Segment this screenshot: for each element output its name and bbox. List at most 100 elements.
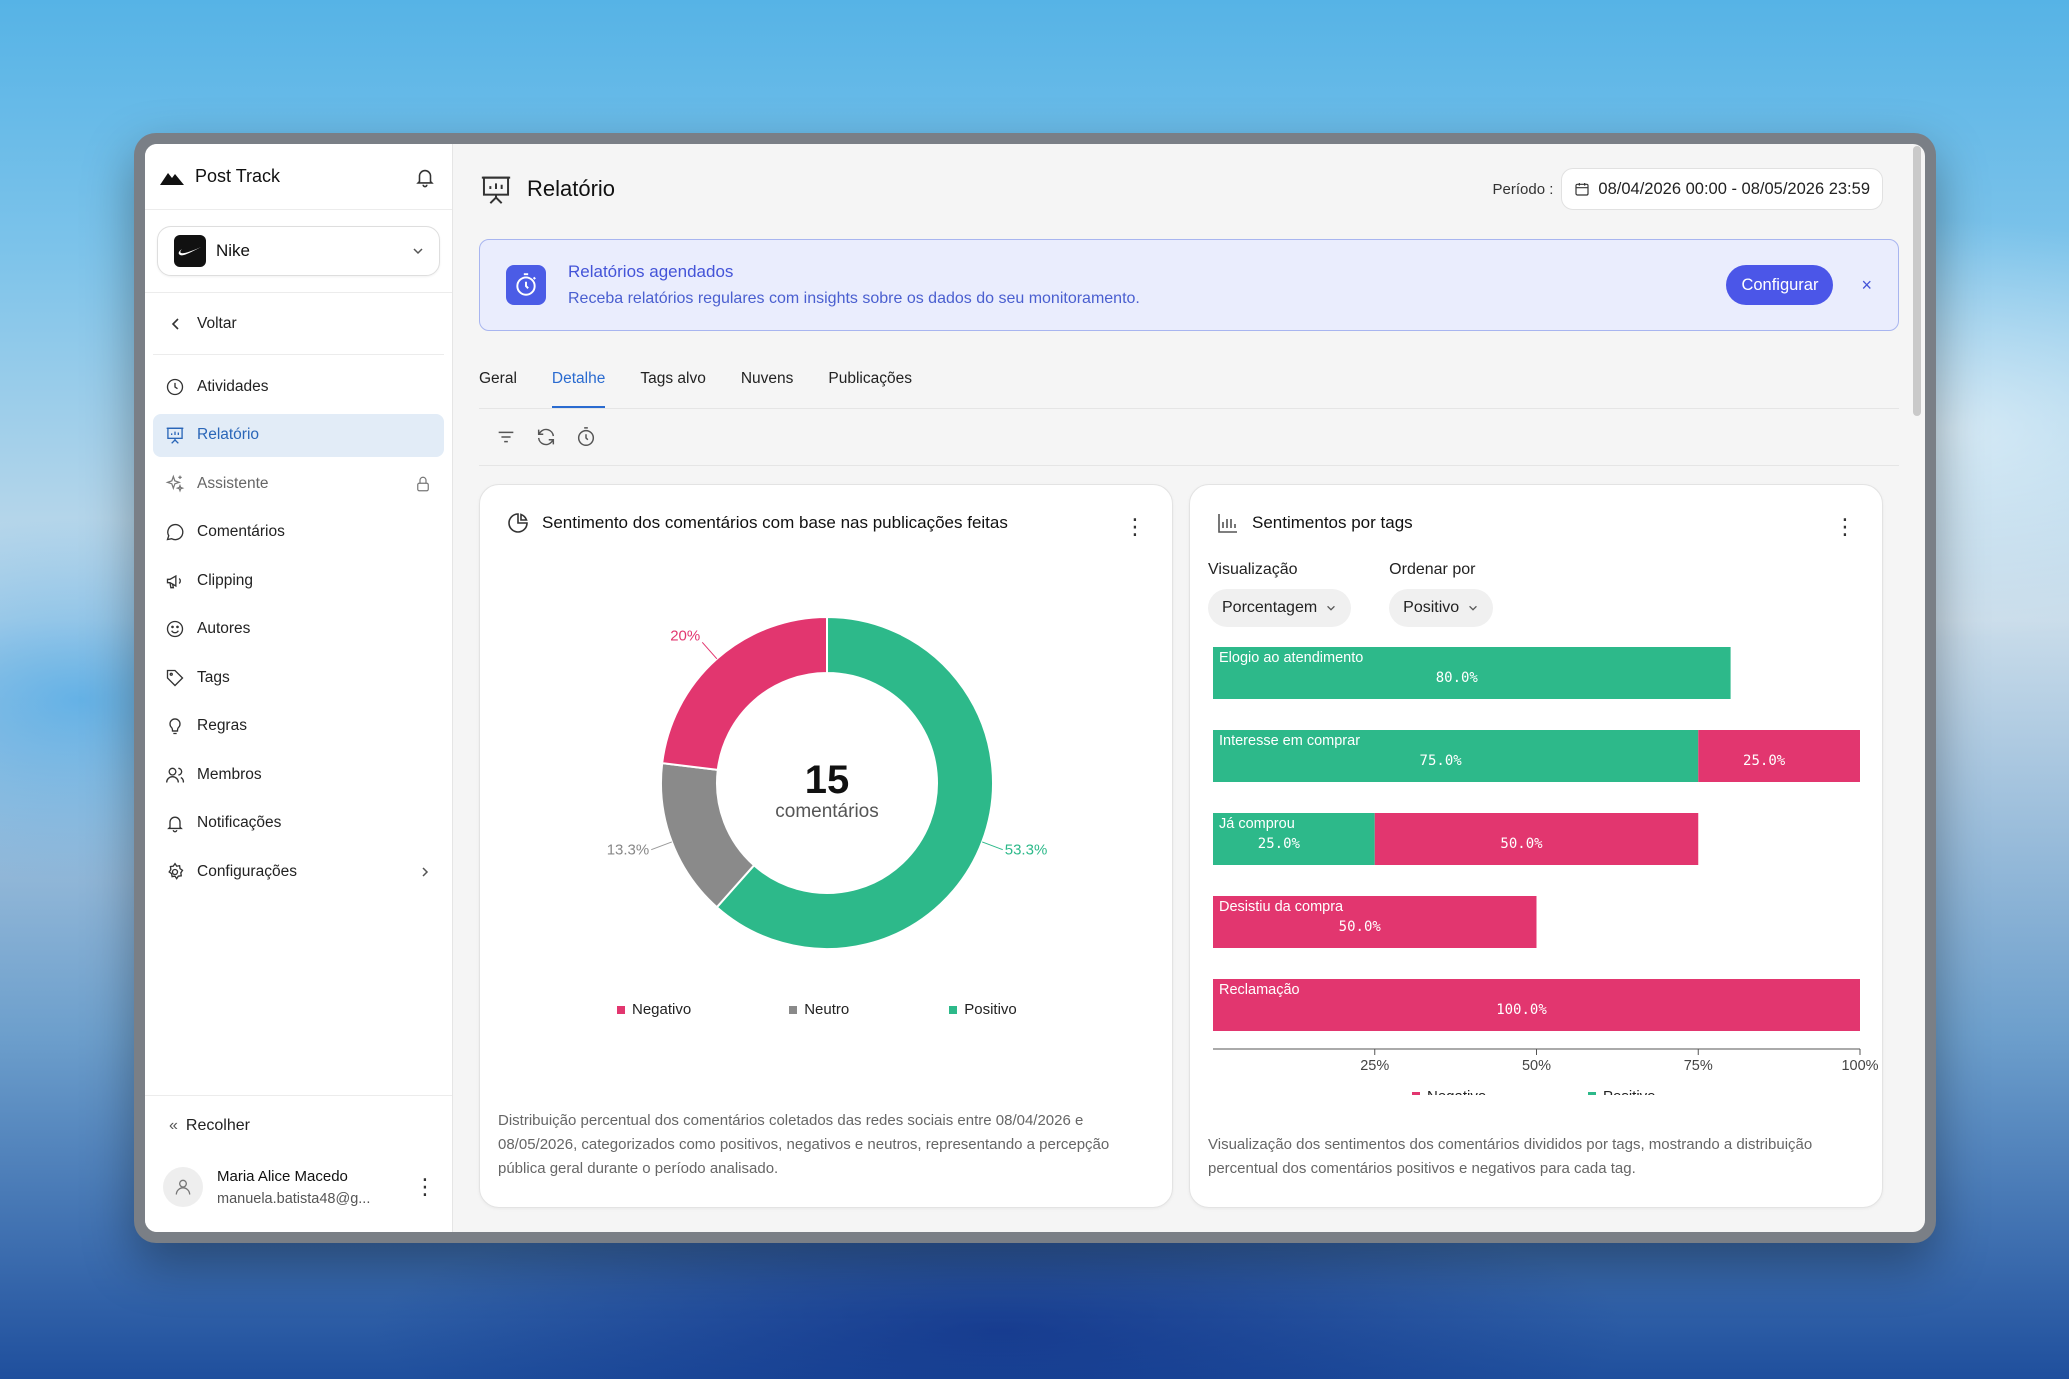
sidebar-item-comentarios[interactable]: Comentários <box>153 511 444 554</box>
scheduled-reports-banner: Relatórios agendados Receba relatórios r… <box>479 239 1899 331</box>
chevron-down-icon <box>413 248 423 255</box>
bell-icon <box>167 816 183 833</box>
filter-icon[interactable] <box>495 426 517 448</box>
tab-tags-alvo[interactable]: Tags alvo <box>640 370 705 408</box>
legend-item-negativo[interactable]: Negativo <box>617 1001 691 1018</box>
donut-center-label: comentários <box>775 801 879 822</box>
sidebar-item-label: Clipping <box>197 571 254 589</box>
bar-data-label: 75.0% <box>1420 753 1463 769</box>
tag-icon <box>166 669 184 686</box>
brand-selector-wrap: Nike <box>145 210 452 293</box>
x-tick-label: 25% <box>1360 1058 1389 1074</box>
bar-data-label: 50.0% <box>1500 836 1543 852</box>
sidebar-item-label: Relatório <box>197 426 260 443</box>
tab-nuvens[interactable]: Nuvens <box>741 370 794 408</box>
donut-legend: Negativo Neutro Positivo <box>617 1001 1017 1018</box>
legend-item-positivo[interactable]: Positivo <box>1588 1088 1656 1095</box>
ordenar-select[interactable]: Positivo <box>1389 589 1494 627</box>
sidebar-item-assistente[interactable]: Assistente <box>153 462 444 505</box>
brand-name: Nike <box>216 241 251 260</box>
sidebar-item-label: Notificações <box>197 814 282 831</box>
tag-sentiment-card: Sentimentos por tags ⋮ Visualização Porc… <box>1189 484 1883 1208</box>
legend-label: Negativo <box>632 1001 692 1018</box>
chevron-down-icon <box>1469 605 1478 611</box>
avatar[interactable] <box>163 1167 203 1207</box>
sidebar-item-atividades[interactable]: Atividades <box>153 365 444 408</box>
visualizacao-control: Visualização Porcentagem <box>1208 561 1352 627</box>
chevron-right-icon <box>422 866 429 877</box>
sidebar-item-notificacoes[interactable]: Notificações <box>153 802 444 845</box>
bar-category-label: Interesse em comprar <box>1219 733 1360 749</box>
tab-publicacoes[interactable]: Publicações <box>828 370 912 408</box>
tab-geral[interactable]: Geral <box>479 370 517 408</box>
sidebar-item-clipping[interactable]: Clipping <box>153 559 444 602</box>
sidebar-item-label: Tags <box>197 668 230 686</box>
sidebar-item-autores[interactable]: Autores <box>153 608 444 651</box>
collapse-label: Recolher <box>185 1117 250 1134</box>
banner-subtitle: Receba relatórios regulares com insights… <box>568 290 1140 307</box>
donut-leader-line <box>982 841 1003 851</box>
collapse-button[interactable]: « Recolher <box>145 1096 452 1156</box>
user-icon <box>175 1179 191 1195</box>
period-label: Período : <box>1492 180 1554 198</box>
legend-item-negativo[interactable]: Negativo <box>1412 1088 1486 1095</box>
lightbulb-icon <box>169 718 181 735</box>
refresh-icon[interactable] <box>535 426 557 448</box>
timer-icon[interactable] <box>575 426 597 448</box>
gear-icon <box>168 861 184 880</box>
nike-logo-icon <box>174 235 206 267</box>
ordenar-label: Ordenar por <box>1389 561 1476 578</box>
sidebar-item-label: Assistente <box>197 474 269 492</box>
legend-item-positivo[interactable]: Positivo <box>949 1001 1017 1018</box>
user-email: manuela.batista48@g... <box>217 1190 371 1207</box>
sidebar-item-regras[interactable]: Regras <box>153 705 444 748</box>
x-tick-label: 75% <box>1684 1058 1713 1074</box>
stacked-bar-chart: 80.0% Elogio ao atendimento 75.0% 25.0% Inte… <box>1213 647 1879 1095</box>
sidebar-item-label: Autores <box>197 620 251 637</box>
period-picker[interactable]: 08/04/2026 00:00 - 08/05/2026 23:59 <box>1561 168 1883 210</box>
legend-swatch <box>789 1005 798 1014</box>
calendar-icon <box>1575 183 1590 196</box>
configure-button[interactable]: Configurar <box>1726 265 1834 305</box>
sidebar-item-tags[interactable]: Tags <box>153 656 444 699</box>
sparkles-icon <box>165 474 185 492</box>
sidebar-item-label: Atividades <box>197 377 269 395</box>
timer-icon <box>506 265 546 305</box>
smile-icon <box>166 620 184 638</box>
visualizacao-select[interactable]: Porcentagem <box>1208 589 1352 627</box>
legend-label: Negativo <box>1427 1088 1486 1095</box>
close-icon[interactable]: × <box>1861 275 1872 296</box>
sidebar-footer: « Recolher Maria Alice Macedo manuela.ba… <box>145 1095 452 1232</box>
card-menu-icon[interactable]: ⋮ <box>1124 516 1146 538</box>
bar-data-label: 80.0% <box>1436 670 1479 686</box>
user-menu-icon[interactable]: ⋮ <box>414 1176 436 1198</box>
card-menu-icon[interactable]: ⋮ <box>1834 516 1856 538</box>
sidebar-nav: Atividades Relatório Assistente Comentár… <box>145 355 452 909</box>
banner-title: Relatórios agendados <box>568 262 734 281</box>
legend-label: Neutro <box>804 1001 850 1018</box>
sidebar-item-membros[interactable]: Membros <box>153 753 444 796</box>
sidebar-item-label: Configurações <box>197 862 297 880</box>
megaphone-icon <box>166 574 181 588</box>
user-profile: Maria Alice Macedo manuela.batista48@g..… <box>145 1156 452 1232</box>
sidebar-item-label: Regras <box>197 717 247 734</box>
ordenar-value: Positivo <box>1403 599 1460 616</box>
card-description: Visualização dos sentimentos dos comentá… <box>1208 1136 1813 1177</box>
bar-category-label: Desistiu da compra <box>1219 899 1344 915</box>
sidebar-item-configuracoes[interactable]: Configurações <box>153 850 444 893</box>
tab-detalhe[interactable]: Detalhe <box>551 370 606 408</box>
mountain-logo-icon <box>160 172 184 185</box>
banner-text: Relatórios agendados Receba relatórios r… <box>568 262 1726 308</box>
brand-selector[interactable]: Nike <box>157 226 440 276</box>
sidebar-item-relatorio[interactable]: Relatório <box>153 413 444 457</box>
back-link[interactable]: Voltar <box>153 293 444 355</box>
sidebar-item-label: Membros <box>197 765 262 783</box>
scrollbar[interactable] <box>1913 146 1921 416</box>
main-content: Relatório Período : 08/04/2026 00:00 - 0… <box>453 144 1925 1232</box>
bell-icon[interactable] <box>414 166 436 188</box>
legend-item-neutro[interactable]: Neutro <box>789 1001 849 1018</box>
chart-controls: Visualização Porcentagem Ordenar por Pos… <box>1190 561 1882 627</box>
app-container: Post Track Nike Voltar Atividades Relató… <box>145 144 1925 1232</box>
legend-label: Positivo <box>964 1001 1017 1018</box>
legend-label: Positivo <box>1603 1088 1656 1095</box>
